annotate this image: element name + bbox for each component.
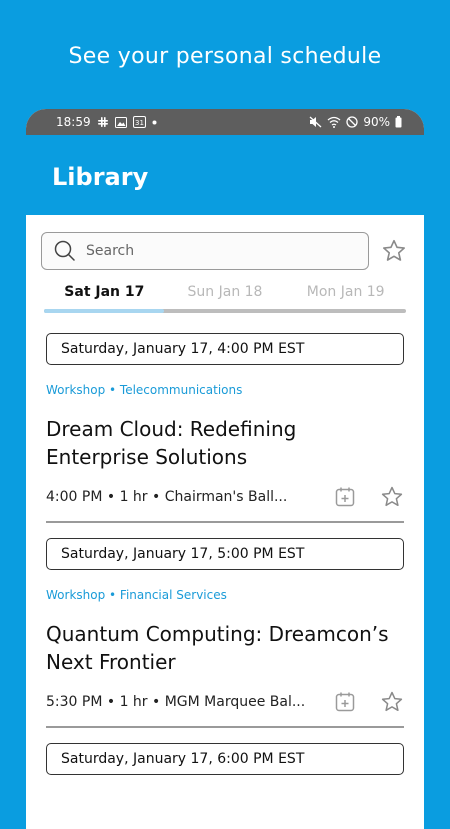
session-item[interactable]: Saturday, January 17, 5:00 PM EST Worksh… (46, 538, 404, 728)
session-title[interactable]: Quantum Computing: Dreamcon’s Next Front… (46, 620, 404, 676)
do-not-disturb-icon (346, 116, 358, 128)
star-icon (383, 239, 405, 261)
promo-banner-text: See your personal schedule (68, 44, 382, 69)
session-meta-row: 5:30 PM • 1 hr • MGM Marquee Bal... (46, 690, 404, 714)
tab-sun-jan-18[interactable]: Sun Jan 18 (165, 284, 286, 309)
divider (46, 726, 404, 728)
divider (46, 521, 404, 523)
notification-dot-icon (152, 120, 157, 125)
favorites-filter-button[interactable] (381, 238, 407, 264)
wifi-icon (327, 116, 341, 128)
mute-icon (309, 116, 322, 128)
favorite-session-button[interactable] (380, 485, 404, 509)
calendar-add-icon (335, 692, 355, 712)
session-time-header: Saturday, January 17, 6:00 PM EST (46, 743, 404, 775)
status-bar: 18:59 31 90% (26, 109, 424, 135)
battery-icon (395, 116, 402, 128)
add-to-calendar-button[interactable] (334, 486, 356, 508)
session-tags: Workshop • Telecommunications (46, 383, 243, 397)
app-header: Library (26, 135, 424, 215)
session-meta: 5:30 PM • 1 hr • MGM Marquee Bal... (46, 694, 306, 710)
tab-mon-jan-19[interactable]: Mon Jan 19 (285, 284, 406, 309)
search-box[interactable] (41, 232, 369, 270)
search-row (41, 232, 424, 270)
star-icon (381, 691, 403, 712)
session-time-header: Saturday, January 17, 4:00 PM EST (46, 333, 404, 365)
image-icon (114, 116, 127, 128)
tab-indicator-track (44, 309, 406, 313)
calendar-icon: 31 (132, 116, 146, 128)
page-title: Library (52, 163, 149, 191)
session-title[interactable]: Dream Cloud: Redefining Enterprise Solut… (46, 415, 404, 471)
session-time-header: Saturday, January 17, 5:00 PM EST (46, 538, 404, 570)
slack-icon (97, 116, 109, 128)
library-content: Sat Jan 17 Sun Jan 18 Mon Jan 19 Saturda… (26, 232, 424, 775)
phone-frame: 18:59 31 90% Library Search Sat Jan 17 S… (26, 109, 424, 829)
battery-percent: 90% (363, 115, 390, 129)
date-tabs: Sat Jan 17 Sun Jan 18 Mon Jan 19 (44, 284, 406, 309)
add-to-calendar-button[interactable] (334, 691, 356, 713)
calendar-day: 31 (135, 119, 144, 127)
status-time: 18:59 (56, 115, 91, 129)
session-item[interactable]: Saturday, January 17, 4:00 PM EST Worksh… (46, 333, 404, 523)
session-meta-row: 4:00 PM • 1 hr • Chairman's Ball... (46, 485, 404, 509)
session-meta: 4:00 PM • 1 hr • Chairman's Ball... (46, 489, 288, 505)
search-icon (54, 240, 76, 262)
tab-sat-jan-17[interactable]: Sat Jan 17 (44, 284, 165, 309)
favorite-session-button[interactable] (380, 690, 404, 714)
session-tags: Workshop • Financial Services (46, 588, 227, 602)
session-item[interactable]: Saturday, January 17, 6:00 PM EST (46, 743, 404, 775)
calendar-add-icon (335, 487, 355, 507)
star-icon (381, 486, 403, 507)
search-input[interactable] (84, 242, 328, 260)
tab-active-indicator (44, 309, 164, 313)
